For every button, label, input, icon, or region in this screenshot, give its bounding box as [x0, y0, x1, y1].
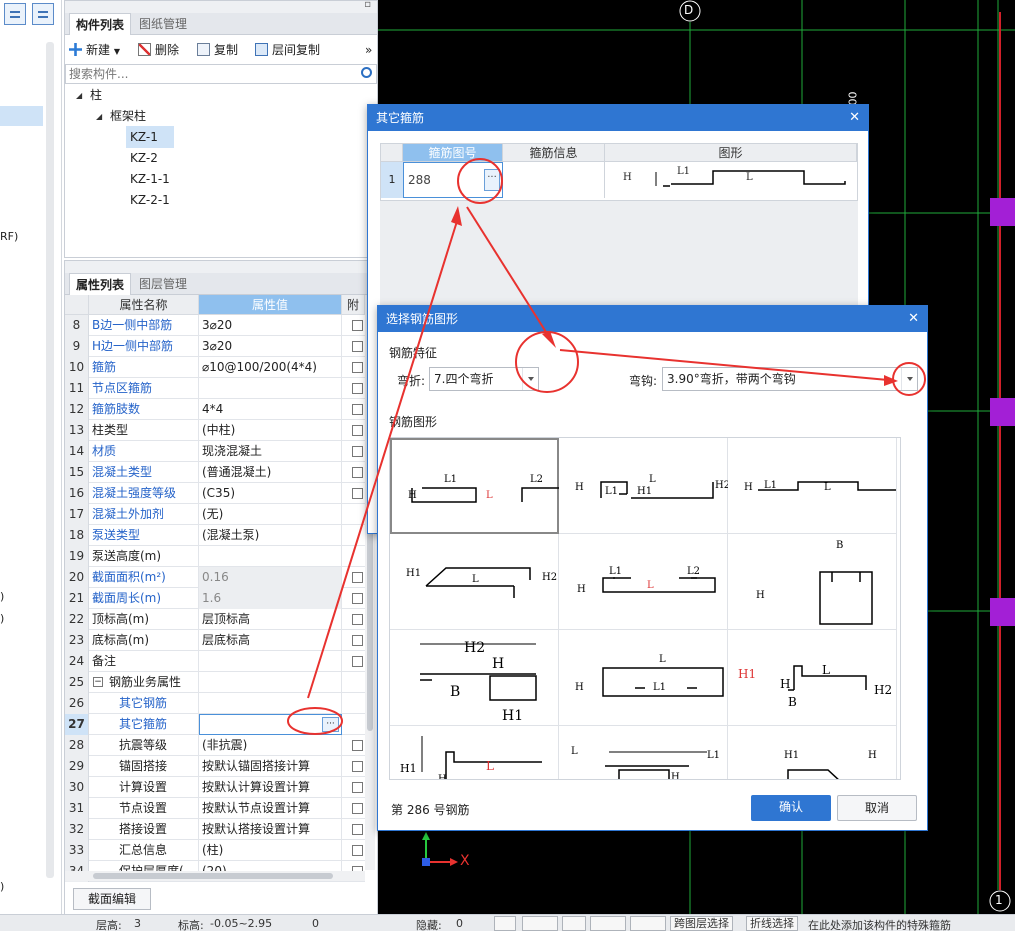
- plus-icon[interactable]: [630, 916, 666, 931]
- polyline-select-button[interactable]: 折线选择: [746, 916, 798, 931]
- annotation-circle: [457, 158, 503, 204]
- cross-layer-select-button[interactable]: 跨图层选择: [670, 916, 733, 931]
- annotation-circle: [515, 331, 579, 393]
- hidden-value: 0: [456, 917, 463, 930]
- ortho-icon[interactable]: [494, 916, 516, 931]
- floor-height-value: 3: [134, 917, 141, 930]
- annotation-overlay: [287, 158, 926, 735]
- annotation-circle: [287, 707, 343, 735]
- elevation-value: -0.05~2.95: [210, 917, 273, 930]
- snap-icon[interactable]: [522, 916, 558, 931]
- status-zero: 0: [312, 917, 319, 930]
- status-bar: 层高: 3 标高: -0.05~2.95 0 隐藏: 0 跨图层选择 折线选择 …: [0, 914, 1015, 932]
- annotation-circle: [892, 362, 926, 396]
- cross-icon[interactable]: [562, 916, 586, 931]
- angle-icon[interactable]: [590, 916, 626, 931]
